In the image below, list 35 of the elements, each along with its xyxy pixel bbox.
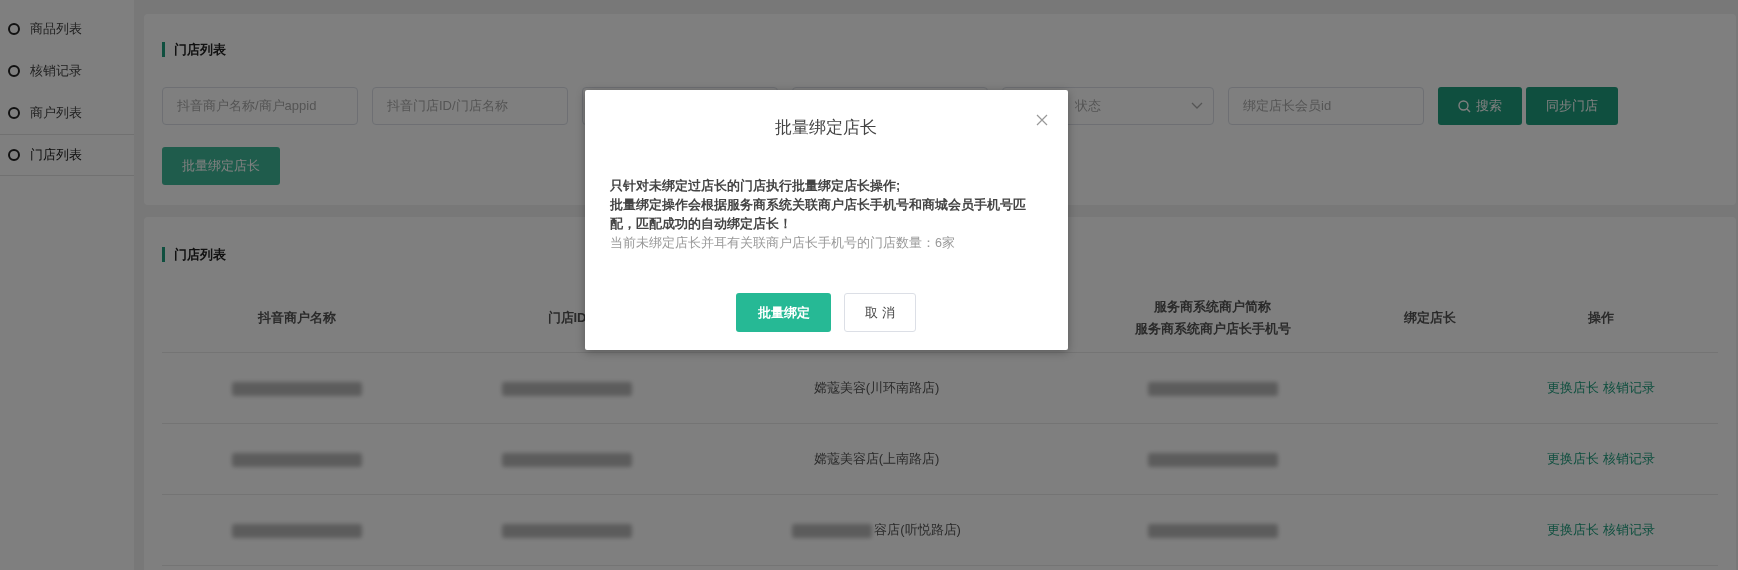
cancel-button[interactable]: 取 消: [844, 293, 916, 332]
column-header: 绑定店长: [1403, 310, 1456, 325]
sidebar-item[interactable]: 核销记录: [0, 50, 134, 92]
circle-icon: [8, 107, 20, 119]
circle-icon: [8, 149, 20, 161]
column-header: 抖音商户名称: [258, 310, 336, 325]
action-link[interactable]: 更换店长: [1545, 521, 1602, 539]
sidebar-item[interactable]: 商户列表: [0, 92, 134, 134]
dialog-title: 批量绑定店长: [774, 117, 878, 139]
action-link[interactable]: 核销记录: [1601, 521, 1658, 539]
sidebar-item[interactable]: 商品列表: [0, 8, 134, 50]
action-link[interactable]: 核销记录: [1601, 450, 1658, 468]
sidebar-item[interactable]: 门店列表: [0, 134, 134, 176]
dialog-note: 批量绑定操作会根据服务商系统关联商户店长手机号和商城会员手机号匹配，匹配成功的自动绑定店长！: [610, 196, 1027, 233]
dialog-note: 只针对未绑定过店长的门店执行批量绑定店长操作;: [610, 177, 902, 195]
section-title: 门店列表: [162, 42, 1718, 57]
action-link[interactable]: 更换店长: [1545, 450, 1602, 468]
column-header: 操作: [1588, 310, 1615, 325]
store-name: 嫦蔻美容(川环南路店): [813, 380, 940, 395]
close-icon[interactable]: [1036, 114, 1048, 126]
circle-icon: [8, 23, 20, 35]
confirm-button[interactable]: 批量绑定: [736, 293, 831, 332]
store-name: 嫦蔻美容店(上南路店): [813, 451, 940, 466]
sync-button[interactable]: 同步门店: [1526, 87, 1618, 125]
chevron-down-icon: [1191, 102, 1203, 110]
search-icon: [1458, 99, 1471, 113]
action-link[interactable]: 核销记录: [1601, 379, 1658, 397]
column-header: 服务商系统商户简称: [1153, 298, 1273, 316]
search-button[interactable]: 搜索: [1438, 87, 1522, 125]
store-name: 容店(听悦路店): [874, 522, 961, 537]
action-link[interactable]: 更换店长: [1545, 379, 1602, 397]
bulk-bind-button[interactable]: 批量绑定店长: [162, 147, 280, 185]
column-header: 服务商系统商户店长手机号: [1133, 320, 1292, 338]
circle-icon: [8, 65, 20, 77]
column-header: 门店ID: [547, 310, 587, 325]
